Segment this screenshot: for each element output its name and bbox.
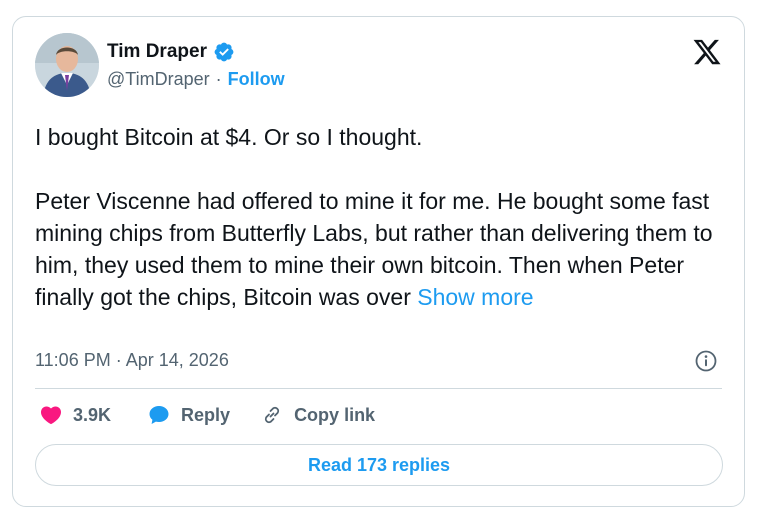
author-name-row: Tim Draper [107, 41, 235, 63]
follow-button[interactable]: Follow [228, 69, 285, 90]
author-handle[interactable]: @TimDraper [107, 69, 210, 90]
avatar-image [35, 33, 99, 97]
read-replies-label: Read 173 replies [307, 454, 451, 475]
copy-link-button[interactable]: Copy link [260, 403, 375, 427]
divider [35, 388, 722, 389]
read-replies-button[interactable]: Read 173 replies [35, 444, 723, 486]
tweet-timestamp[interactable]: 11:06 PM · Apr 14, 2026 [35, 350, 229, 371]
tweet-line-1: I bought Bitcoin at $4. Or so I thought. [35, 124, 423, 150]
x-logo-icon[interactable] [692, 37, 722, 67]
handle-separator: · [215, 69, 222, 89]
show-more-link[interactable]: Show more [417, 284, 533, 310]
timestamp-separator: · [115, 350, 122, 370]
like-button[interactable]: 3.9K [39, 403, 111, 427]
tweet-time: 11:06 PM [35, 350, 111, 370]
reply-button[interactable]: Reply [147, 403, 230, 427]
info-icon[interactable] [694, 349, 718, 373]
link-icon [264, 406, 280, 424]
likes-count: 3.9K [73, 404, 112, 425]
tweet-text: I bought Bitcoin at $4. Or so I thought.… [35, 121, 735, 313]
tweet-paragraph-2: Peter Viscenne had offered to mine it fo… [35, 185, 735, 313]
avatar[interactable] [35, 33, 99, 97]
author-handle-row: @TimDraper · Follow [107, 69, 285, 90]
author-name[interactable]: Tim Draper [107, 41, 207, 63]
speech-bubble-icon [149, 406, 169, 424]
action-bar: 3.9K Reply Copy link [39, 403, 375, 427]
tweet-date: Apr 14, 2026 [125, 350, 229, 370]
tweet-paragraph-2-text: Peter Viscenne had offered to mine it fo… [35, 188, 713, 310]
heart-icon [40, 406, 62, 425]
tweet-card: Tim Draper @TimDraper · Follow I bought … [12, 16, 745, 507]
verified-badge-icon [213, 41, 235, 63]
reply-label: Reply [181, 404, 231, 425]
copy-link-label: Copy link [294, 404, 376, 425]
